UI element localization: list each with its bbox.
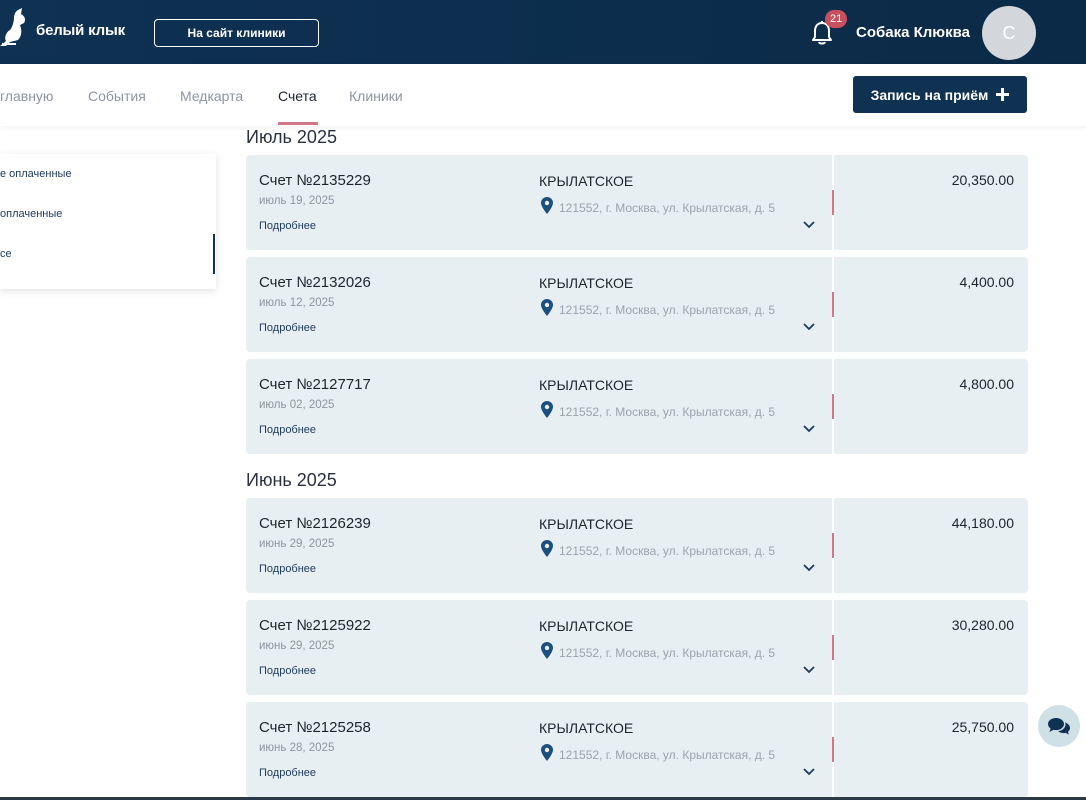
book-appointment-button[interactable]: Запись на приём	[853, 76, 1027, 113]
invoice-number: Счет №2126239	[259, 515, 371, 532]
invoice-amount: 25,750.00	[951, 719, 1014, 735]
main-nav: главную События Медкарта Счета Клиники З…	[0, 64, 1086, 126]
location-pin-icon	[541, 744, 553, 761]
invoice-date: июнь 29, 2025	[259, 640, 335, 652]
invoice-card[interactable]: Счет №2132026 июль 12, 2025 Подробнее КР…	[246, 257, 1028, 352]
active-tab-indicator	[278, 122, 318, 125]
chevron-down-icon[interactable]	[802, 665, 816, 675]
invoice-card[interactable]: Счет №2125258 июнь 28, 2025 Подробнее КР…	[246, 702, 1028, 797]
avatar[interactable]: С	[982, 6, 1036, 60]
top-header: белый клык На сайт клиники 21 Собака Клю…	[0, 0, 1086, 64]
invoice-card[interactable]: Счет №2125922 июнь 29, 2025 Подробнее КР…	[246, 600, 1028, 695]
location-pin-icon	[541, 299, 553, 316]
status-marker	[832, 635, 834, 660]
nav-item-clinics[interactable]: Клиники	[349, 88, 403, 104]
chevron-down-icon[interactable]	[802, 220, 816, 230]
month-header: Июль 2025	[246, 127, 337, 147]
user-name[interactable]: Собака Клюква	[856, 24, 970, 41]
invoice-amount: 44,180.00	[951, 515, 1014, 531]
status-marker	[832, 190, 834, 215]
invoice-card[interactable]: Счет №2127717 июль 02, 2025 Подробнее КР…	[246, 359, 1028, 454]
invoice-number: Счет №2135229	[259, 172, 371, 189]
invoice-date: июнь 29, 2025	[259, 538, 335, 550]
clinic-name: КРЫЛАТСКОЕ	[539, 377, 634, 393]
clinic-name: КРЫЛАТСКОЕ	[539, 720, 634, 736]
invoice-card[interactable]: Счет №2126239 июнь 29, 2025 Подробнее КР…	[246, 498, 1028, 593]
filter-active-indicator	[213, 234, 215, 274]
invoice-amount: 4,800.00	[959, 376, 1015, 392]
invoice-number: Счет №2125922	[259, 617, 371, 634]
invoice-number: Счет №2127717	[259, 376, 371, 393]
chat-button[interactable]	[1038, 705, 1080, 747]
status-marker	[832, 737, 834, 762]
kangaroo-logo-icon	[0, 8, 25, 46]
invoice-filter: е оплаченные оплаченные се	[0, 154, 216, 289]
details-link[interactable]: Подробнее	[259, 220, 316, 232]
chevron-down-icon[interactable]	[802, 563, 816, 573]
filter-all[interactable]: се	[0, 248, 12, 260]
nav-item-medical-record[interactable]: Медкарта	[180, 88, 243, 104]
nav-item-invoices[interactable]: Счета	[278, 88, 317, 104]
invoice-card[interactable]: Счет №2135229 июль 19, 2025 Подробнее КР…	[246, 155, 1028, 250]
clinic-address: 121552, г. Москва, ул. Крылатская, д. 5	[559, 405, 776, 419]
logo[interactable]	[0, 8, 34, 48]
clinic-name: КРЫЛАТСКОЕ	[539, 618, 634, 634]
clinic-name: КРЫЛАТСКОЕ	[539, 275, 634, 291]
clinic-address: 121552, г. Москва, ул. Крылатская, д. 5	[559, 748, 776, 762]
details-link[interactable]: Подробнее	[259, 665, 316, 677]
nav-item-home[interactable]: главную	[0, 88, 53, 104]
status-marker	[832, 292, 834, 317]
invoice-date: июнь 28, 2025	[259, 742, 335, 754]
invoice-date: июль 19, 2025	[259, 195, 335, 207]
invoice-date: июль 02, 2025	[259, 399, 335, 411]
details-link[interactable]: Подробнее	[259, 322, 316, 334]
filter-paid[interactable]: оплаченные	[0, 208, 62, 220]
clinic-address: 121552, г. Москва, ул. Крылатская, д. 5	[559, 544, 776, 558]
location-pin-icon	[541, 540, 553, 557]
chevron-down-icon[interactable]	[802, 322, 816, 332]
chevron-down-icon[interactable]	[802, 767, 816, 777]
details-link[interactable]: Подробнее	[259, 424, 316, 436]
clinic-name: КРЫЛАТСКОЕ	[539, 173, 634, 189]
details-link[interactable]: Подробнее	[259, 563, 316, 575]
status-marker	[832, 533, 834, 558]
month-header: Июнь 2025	[246, 470, 337, 490]
clinic-address: 121552, г. Москва, ул. Крылатская, д. 5	[559, 201, 776, 215]
status-marker	[832, 394, 834, 419]
invoice-amount: 30,280.00	[951, 617, 1014, 633]
details-link[interactable]: Подробнее	[259, 767, 316, 779]
invoice-number: Счет №2132026	[259, 274, 371, 291]
clinic-address: 121552, г. Москва, ул. Крылатская, д. 5	[559, 303, 776, 317]
logo-text: белый клык	[36, 22, 125, 39]
plus-icon	[996, 88, 1010, 101]
invoice-date: июль 12, 2025	[259, 297, 335, 309]
location-pin-icon	[541, 401, 553, 418]
chat-icon	[1048, 718, 1070, 735]
invoice-amount: 4,400.00	[959, 274, 1015, 290]
location-pin-icon	[541, 642, 553, 659]
clinic-name: КРЫЛАТСКОЕ	[539, 516, 634, 532]
invoice-amount: 20,350.00	[951, 172, 1014, 188]
book-appointment-label: Запись на приём	[870, 86, 989, 103]
location-pin-icon	[541, 197, 553, 214]
filter-unpaid[interactable]: е оплаченные	[0, 168, 72, 180]
notification-badge: 21	[825, 10, 848, 28]
invoice-number: Счет №2125258	[259, 719, 371, 736]
clinic-site-button[interactable]: На сайт клиники	[154, 19, 319, 47]
clinic-address: 121552, г. Москва, ул. Крылатская, д. 5	[559, 646, 776, 660]
nav-item-events[interactable]: События	[88, 88, 146, 104]
chevron-down-icon[interactable]	[802, 424, 816, 434]
